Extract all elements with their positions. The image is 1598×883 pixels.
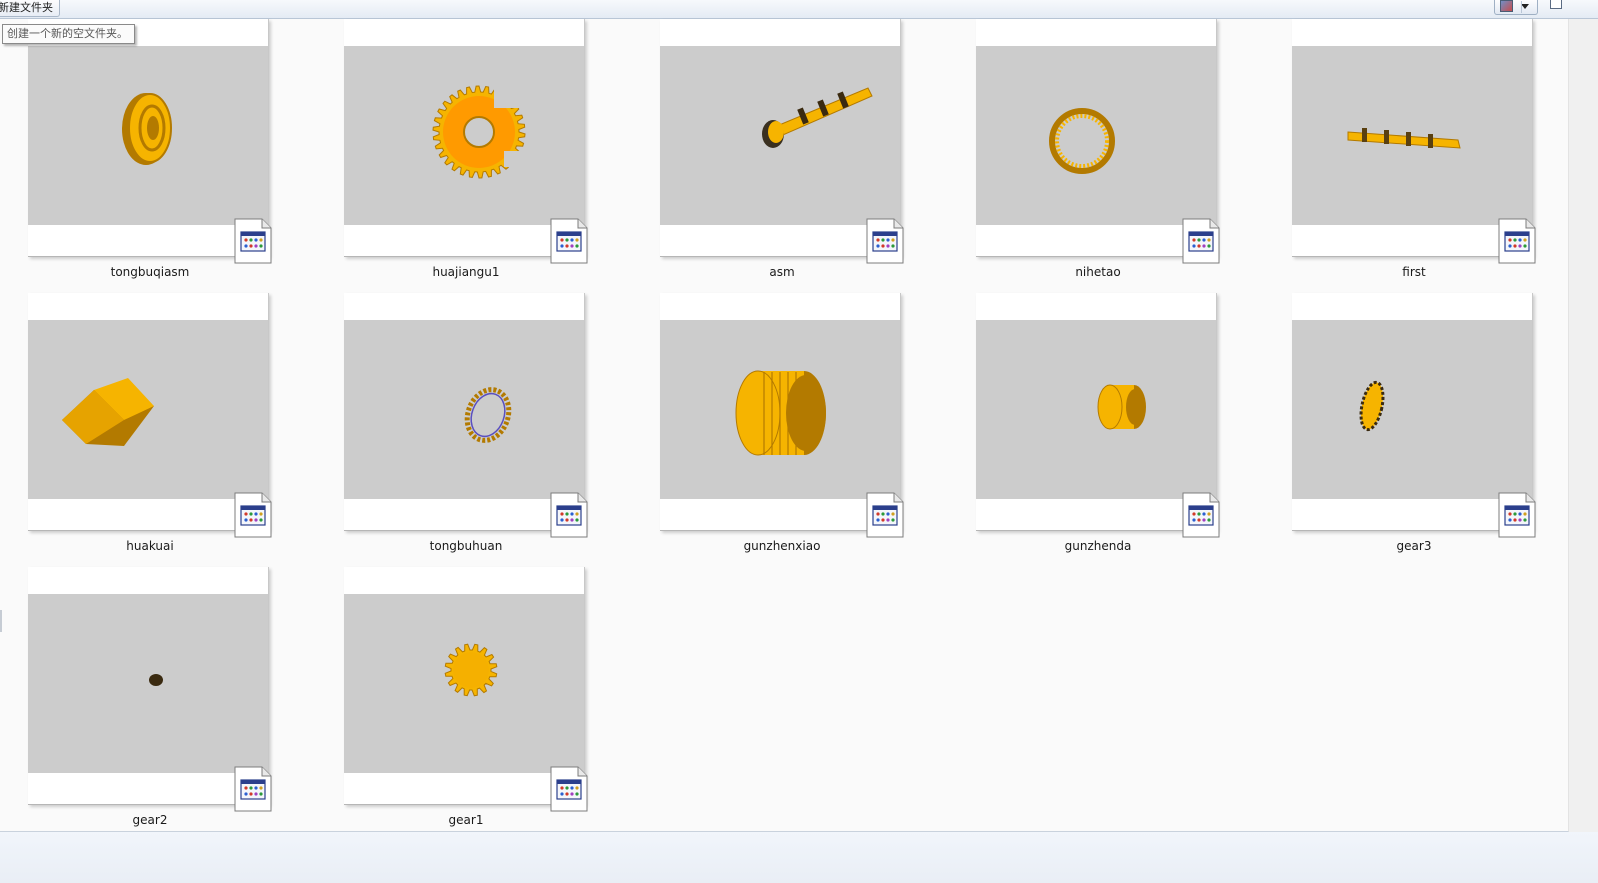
- thumbnail-render: [660, 46, 900, 225]
- catia-document-icon: [1182, 218, 1220, 264]
- thumbnail-render: [976, 320, 1216, 499]
- file-thumbnail[interactable]: [1292, 293, 1533, 531]
- catia-document-icon: [866, 492, 904, 538]
- small-needle-bearing-image: [1097, 384, 1146, 430]
- preview-pane-icon[interactable]: [1550, 0, 1562, 9]
- file-thumbnail[interactable]: [660, 19, 901, 257]
- catia-document-icon: [550, 218, 588, 264]
- file-name-label[interactable]: gear1: [344, 813, 588, 827]
- shaft-assembly-image: [762, 87, 873, 148]
- file-name-label[interactable]: first: [1292, 265, 1536, 279]
- file-item[interactable]: gunzhenda: [976, 293, 1236, 555]
- file-name-label[interactable]: tongbuqiasm: [28, 265, 272, 279]
- thumbnail-render: [1292, 46, 1532, 225]
- large-needle-bearing-image: [735, 370, 826, 456]
- thumbnail-render: [28, 46, 268, 225]
- file-name-label[interactable]: gunzhenxiao: [660, 539, 904, 553]
- catia-document-icon: [234, 766, 272, 812]
- file-name-label[interactable]: asm: [660, 265, 904, 279]
- status-bar: [0, 832, 1598, 883]
- file-item[interactable]: huakuai: [28, 293, 288, 555]
- thumbnail-render: [976, 46, 1216, 225]
- file-thumbnail[interactable]: [344, 293, 585, 531]
- change-view-icon: [1500, 0, 1513, 12]
- file-item[interactable]: gunzhenxiao: [660, 293, 920, 555]
- notched-gear-hub-image: [432, 85, 534, 179]
- file-thumbnail[interactable]: [344, 567, 585, 805]
- file-list[interactable]: tongbuqiasm huajiangu1 asm nihetao first…: [0, 19, 1569, 832]
- catia-document-icon: [234, 218, 272, 264]
- file-name-label[interactable]: gear2: [28, 813, 272, 827]
- file-item[interactable]: first: [1292, 19, 1552, 281]
- synchronizer-assembly-image: [122, 93, 172, 165]
- file-name-label[interactable]: tongbuhuan: [344, 539, 588, 553]
- file-name-label[interactable]: huakuai: [28, 539, 272, 553]
- file-item[interactable]: tongbuhuan: [344, 293, 604, 555]
- file-item[interactable]: nihetao: [976, 19, 1236, 281]
- file-thumbnail[interactable]: [976, 293, 1217, 531]
- file-thumbnail[interactable]: [28, 293, 269, 531]
- file-item[interactable]: huajiangu1: [344, 19, 604, 281]
- file-name-label[interactable]: gunzhenda: [976, 539, 1220, 553]
- thumbnail-render: [660, 320, 900, 499]
- engagement-sleeve-image: [1049, 108, 1115, 174]
- long-shaft-image: [1347, 128, 1461, 149]
- splitter-handle[interactable]: [0, 610, 2, 632]
- slider-block-image: [62, 378, 154, 446]
- catia-document-icon: [866, 218, 904, 264]
- tiny-gear-image: [149, 674, 163, 686]
- file-item[interactable]: gear1: [344, 567, 604, 829]
- thumbnail-render: [344, 594, 584, 773]
- catia-document-icon: [1182, 492, 1220, 538]
- catia-document-icon: [550, 766, 588, 812]
- catia-document-icon: [1498, 492, 1536, 538]
- thumbnail-render: [344, 46, 584, 225]
- thumbnail-render: [28, 594, 268, 773]
- file-thumbnail[interactable]: [28, 567, 269, 805]
- synchronizer-ring-image: [464, 387, 512, 443]
- file-thumbnail[interactable]: [28, 19, 269, 257]
- toolbar-divider: [1521, 1, 1522, 13]
- file-thumbnail[interactable]: [976, 19, 1217, 257]
- thumbnail-render: [1292, 320, 1532, 499]
- file-name-label[interactable]: huajiangu1: [344, 265, 588, 279]
- thumbnail-render: [344, 320, 584, 499]
- file-name-label[interactable]: nihetao: [976, 265, 1220, 279]
- chevron-down-icon[interactable]: [1521, 4, 1529, 9]
- file-item[interactable]: gear2: [28, 567, 288, 829]
- file-thumbnail[interactable]: [660, 293, 901, 531]
- catia-document-icon: [550, 492, 588, 538]
- file-item[interactable]: asm: [660, 19, 920, 281]
- catia-document-icon: [234, 492, 272, 538]
- file-item[interactable]: tongbuqiasm: [28, 19, 288, 281]
- spur-gear-image: [444, 643, 498, 697]
- change-view-button[interactable]: [1494, 0, 1538, 15]
- file-item[interactable]: gear3: [1292, 293, 1552, 555]
- file-name-label[interactable]: gear3: [1292, 539, 1536, 553]
- file-thumbnail[interactable]: [1292, 19, 1533, 257]
- gear-edge-on-image: [1359, 380, 1385, 432]
- tooltip: 创建一个新的空文件夹。: [2, 24, 135, 44]
- command-bar: 新建文件夹: [0, 0, 1598, 19]
- explorer-window: 新建文件夹 tongbuqiasm huajiangu1 asm nihetao…: [0, 0, 1598, 883]
- file-thumbnail[interactable]: [344, 19, 585, 257]
- thumbnail-render: [28, 320, 268, 499]
- new-folder-button[interactable]: 新建文件夹: [0, 0, 60, 17]
- catia-document-icon: [1498, 218, 1536, 264]
